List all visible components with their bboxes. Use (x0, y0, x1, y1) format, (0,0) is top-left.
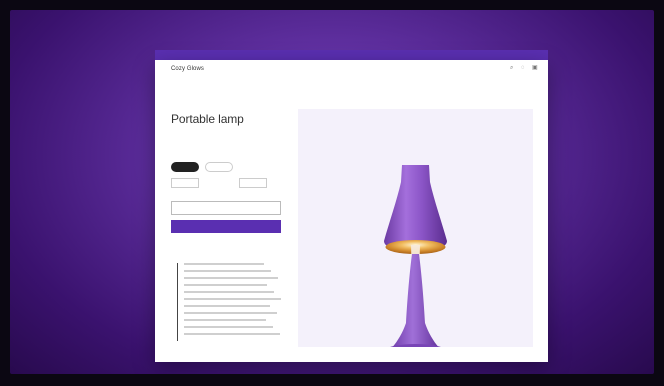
size-option-3[interactable] (239, 178, 267, 188)
brand-logo[interactable]: Cozy Glows (171, 66, 204, 72)
description-line (184, 291, 274, 293)
size-option-1[interactable] (171, 178, 199, 188)
description-line (184, 305, 270, 307)
color-options (171, 162, 267, 172)
description-line (184, 319, 266, 321)
product-description (177, 263, 283, 341)
search-icon[interactable]: ⌕ (510, 65, 516, 71)
size-option-2[interactable] (205, 178, 233, 188)
promo-banner (155, 50, 548, 60)
lamp-shade (384, 165, 447, 247)
primary-action-button[interactable] (171, 220, 281, 233)
description-line (184, 284, 267, 286)
description-line (184, 326, 273, 328)
user-icon[interactable]: ◌ (521, 65, 527, 71)
color-option-3[interactable] (239, 162, 267, 172)
description-line (184, 270, 271, 272)
screenshot-stage: Cozy Glows ⌕ ◌ ▣ Portable lamp (10, 10, 654, 374)
lamp-stem (389, 254, 442, 351)
top-navigation: Cozy Glows ⌕ ◌ ▣ (155, 60, 548, 80)
color-option-1[interactable] (171, 162, 199, 172)
description-line (184, 298, 281, 300)
size-options (171, 178, 267, 188)
color-option-2[interactable] (205, 162, 233, 172)
description-line (184, 333, 280, 335)
lamp-base (384, 344, 447, 358)
product-page: Cozy Glows ⌕ ◌ ▣ Portable lamp (155, 60, 548, 362)
product-title: Portable lamp (171, 112, 244, 126)
nav-utility-icons: ⌕ ◌ ▣ (510, 65, 538, 71)
description-line (184, 312, 277, 314)
description-line (184, 277, 278, 279)
secondary-action-button[interactable] (171, 201, 281, 215)
description-line (184, 263, 264, 265)
cart-icon[interactable]: ▣ (532, 65, 538, 71)
product-image-panel (298, 109, 533, 358)
lamp-image (384, 165, 447, 358)
